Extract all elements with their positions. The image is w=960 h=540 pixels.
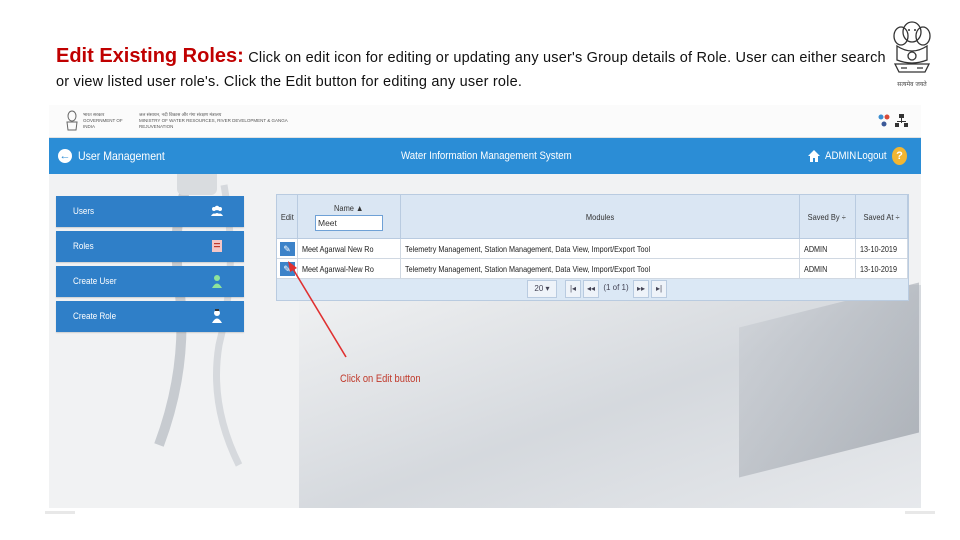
footer-dash (905, 511, 935, 514)
footer-dash (45, 511, 75, 514)
emblem-caption: सत्यमेव जयते (897, 81, 927, 88)
annotation-arrow (288, 261, 347, 358)
heading-title: Edit Existing Roles: (56, 45, 244, 67)
annotation-label: Click on Edit button (340, 373, 421, 385)
slide-footer (0, 508, 960, 540)
slide-heading: Edit Existing Roles: Click on edit icon … (56, 44, 886, 94)
app-screenshot: भारत सरकार GOVERNMENT OF INDIA जल संसाधन… (49, 105, 921, 508)
